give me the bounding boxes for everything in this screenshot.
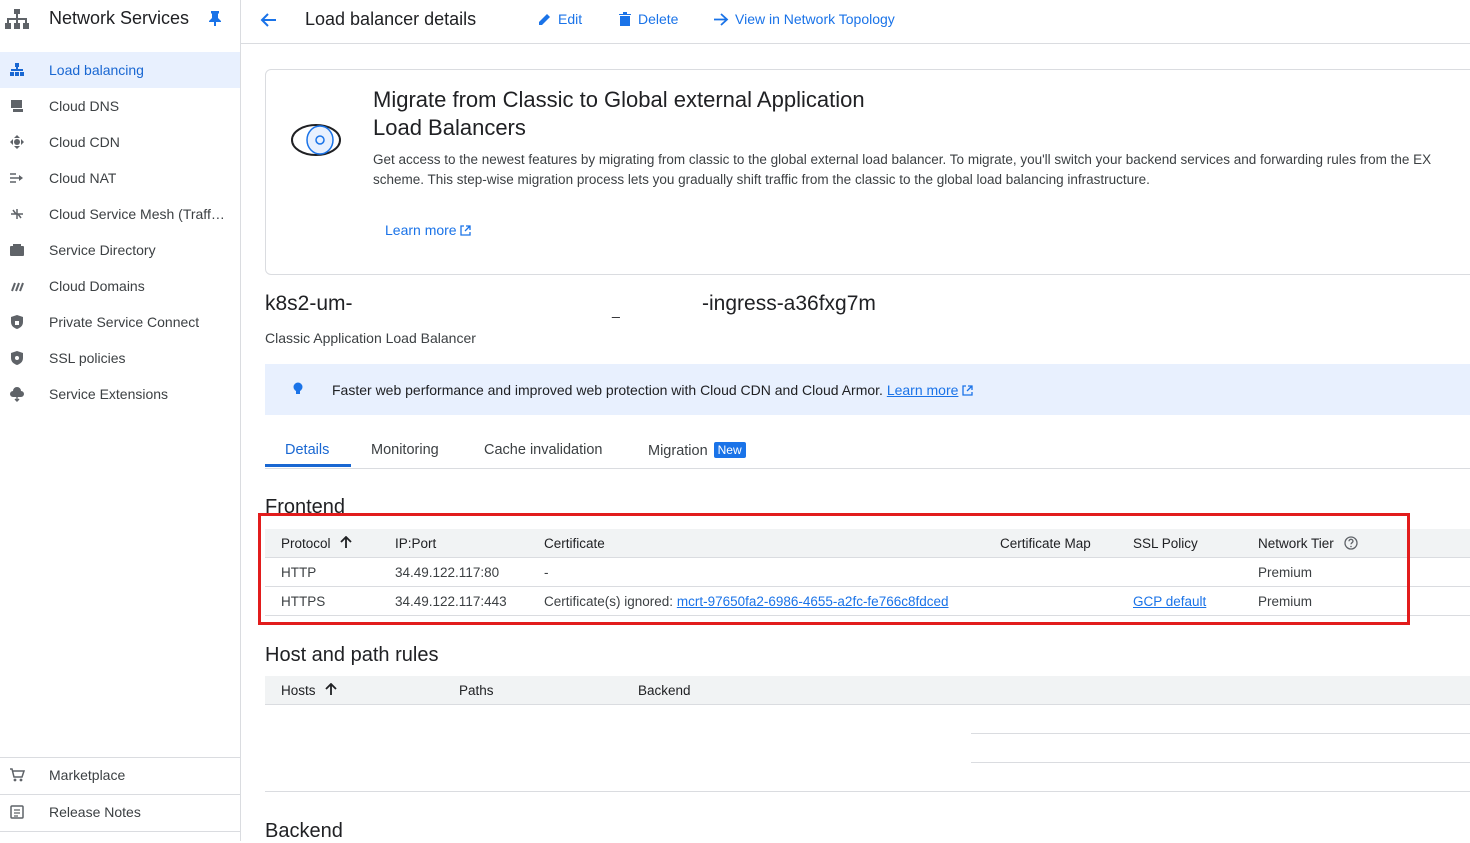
network-services-logo-icon [5, 9, 29, 29]
backend-title: Backend [265, 820, 343, 842]
row-divider [971, 762, 1470, 763]
learn-more-label: Learn more [385, 222, 457, 238]
load-balancing-icon [10, 63, 24, 76]
sidebar-item-label: Cloud Service Mesh (Traff… [49, 206, 225, 222]
view-topology-button[interactable]: View in Network Topology [713, 11, 895, 27]
sidebar-item-label: Service Directory [49, 242, 156, 258]
sidebar-item-cloud-nat[interactable]: Cloud NAT [0, 160, 240, 196]
arrow-right-icon [714, 13, 729, 26]
banner-title: Migrate from Classic to Global external … [373, 87, 865, 140]
sidebar-item-cloud-dns[interactable]: Cloud DNS [0, 88, 240, 124]
delete-button[interactable]: Delete [618, 11, 678, 27]
eye-illustration-icon [291, 124, 341, 156]
migration-banner: Migrate from Classic to Global external … [265, 69, 1470, 275]
lb-name-separator: _ [612, 302, 620, 318]
banner-learn-more-link[interactable]: Learn more [385, 222, 472, 238]
sidebar-item-service-extensions[interactable]: Service Extensions [0, 376, 240, 412]
lb-name-prefix: k8s2-um- [265, 292, 353, 315]
ssl-shield-icon [11, 351, 23, 365]
banner-line-2: scheme. This step-wise migration process… [373, 172, 1150, 187]
back-arrow-icon[interactable] [259, 10, 279, 30]
info-text-container: Faster web performance and improved web … [332, 382, 973, 398]
edit-button[interactable]: Edit [537, 11, 582, 27]
sidebar-item-label: Cloud CDN [49, 134, 120, 150]
lb-type: Classic Application Load Balancer [265, 330, 476, 346]
sidebar-item-label: Cloud Domains [49, 278, 145, 294]
pencil-icon [539, 14, 550, 25]
external-link-icon [460, 225, 472, 236]
banner-line-1: Get access to the newest features by mig… [373, 152, 1432, 167]
edit-label: Edit [558, 11, 583, 27]
private-service-connect-icon [11, 315, 23, 329]
sidebar-item-ssl-policies[interactable]: SSL policies [0, 340, 240, 376]
sidebar-item-label: Service Extensions [49, 386, 169, 402]
banner-description: Get access to the newest features by mig… [373, 150, 1470, 190]
host-path-title: Host and path rules [265, 644, 439, 666]
service-mesh-icon [11, 209, 23, 219]
dns-icon [11, 100, 23, 112]
sidebar-item-service-directory[interactable]: Service Directory [0, 232, 240, 268]
sidebar-item-load-balancing[interactable]: Load balancing [0, 52, 240, 88]
sidebar-header: Network Services [0, 0, 240, 40]
external-link-icon [962, 385, 973, 396]
active-tab-indicator [265, 464, 351, 467]
column-paths: Paths [459, 683, 494, 698]
sidebar-item-private-service-connect[interactable]: Private Service Connect [0, 304, 240, 340]
sidebar-item-marketplace[interactable]: Marketplace [0, 757, 240, 793]
sidebar-item-service-mesh[interactable]: Cloud Service Mesh (Traff… [0, 196, 240, 232]
sidebar-item-label: Marketplace [49, 767, 126, 783]
info-text: Faster web performance and improved web … [332, 382, 883, 398]
info-banner: Faster web performance and improved web … [265, 364, 1470, 415]
lb-name-suffix: -ingress-a36fxg7m [702, 292, 876, 315]
page-title: Load balancer details [305, 9, 477, 29]
sidebar-divider [0, 831, 240, 832]
cdn-icon [10, 135, 24, 149]
tab-migration-label: Migration [648, 443, 708, 459]
column-label: Hosts [281, 683, 316, 698]
column-hosts[interactable]: Hosts [281, 682, 337, 698]
sort-arrow-up-icon [325, 682, 337, 695]
cart-icon [10, 768, 25, 782]
sidebar-item-label: Private Service Connect [49, 314, 200, 330]
sidebar-item-label: Cloud NAT [49, 170, 117, 186]
top-bar: Load balancer details Edit Delete View i… [241, 0, 1470, 44]
sidebar-item-release-notes[interactable]: Release Notes [0, 794, 240, 830]
hostpath-table-header: Hosts Paths Backend [265, 676, 1470, 705]
row-divider [265, 791, 1470, 792]
row-divider [971, 733, 1470, 734]
tab-bar: Details Monitoring Cache invalidation Mi… [265, 430, 1470, 469]
trash-icon [619, 12, 631, 26]
pin-icon[interactable] [208, 10, 222, 26]
sidebar-item-cloud-cdn[interactable]: Cloud CDN [0, 124, 240, 160]
product-title: Network Services [49, 8, 190, 28]
highlight-box [258, 513, 1410, 625]
service-directory-icon [10, 244, 24, 256]
tab-details[interactable]: Details [285, 442, 329, 458]
sidebar-item-label: SSL policies [49, 350, 126, 366]
tab-monitoring[interactable]: Monitoring [371, 442, 439, 458]
info-learn-more-link[interactable]: Learn more [887, 382, 959, 398]
domains-icon [11, 282, 24, 292]
lightbulb-icon [293, 382, 303, 394]
service-extensions-icon [10, 387, 24, 402]
sidebar-item-label: Release Notes [49, 804, 141, 820]
nat-icon [10, 173, 23, 183]
tab-cache-invalidation[interactable]: Cache invalidation [484, 442, 603, 458]
tab-migration[interactable]: Migration New [648, 442, 746, 459]
sidebar-item-label: Load balancing [49, 62, 144, 78]
sidebar: Network Services Load balancing Cloud DN… [0, 0, 241, 841]
topology-label: View in Network Topology [735, 11, 895, 27]
column-backend: Backend [638, 683, 691, 698]
new-badge: New [713, 442, 746, 458]
sidebar-item-cloud-domains[interactable]: Cloud Domains [0, 268, 240, 304]
delete-label: Delete [638, 11, 679, 27]
notes-icon [10, 805, 24, 819]
sidebar-item-label: Cloud DNS [49, 98, 120, 114]
